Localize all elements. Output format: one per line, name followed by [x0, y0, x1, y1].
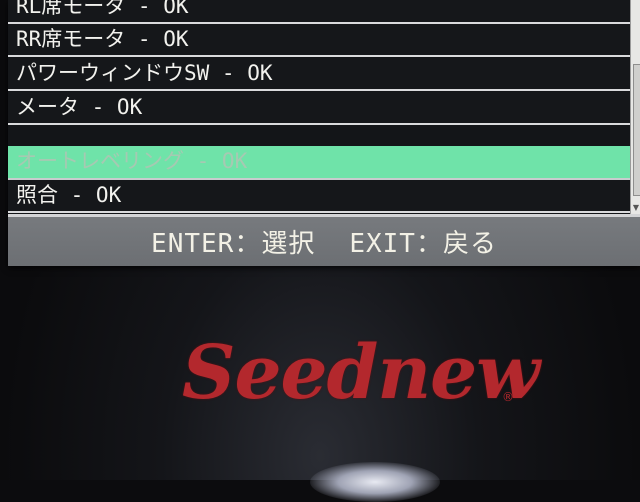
list-item-auto-leveling[interactable]: オートレベリング - OK: [8, 146, 630, 180]
list-item-label: パワーウィンドウSW - OK: [16, 61, 273, 85]
list-item-rl-seat-motor[interactable]: RL席モータ - OK: [8, 0, 630, 24]
list-item-label: RR席モータ - OK: [16, 27, 189, 51]
enter-select-hint: ENTER：選択: [151, 229, 316, 259]
list-item-verification[interactable]: 照合 - OK: [8, 180, 630, 213]
list-item-label: メータ - OK: [16, 95, 143, 119]
scrollbar-thumb[interactable]: [633, 64, 640, 196]
exit-back-hint: EXIT：戻る: [349, 229, 497, 259]
menu-list: RL席モータ - OK RR席モータ - OK パワーウィンドウSW - OK …: [8, 0, 630, 214]
list-item-power-window-sw[interactable]: パワーウィンドウSW - OK: [8, 58, 630, 91]
brand-logo: Seednew: [182, 330, 540, 416]
diagnostic-screen: RL席モータ - OK RR席モータ - OK パワーウィンドウSW - OK …: [8, 0, 640, 266]
scrollbar[interactable]: ▼: [630, 0, 640, 214]
registered-mark: ®: [502, 390, 514, 404]
list-item-label: オートレベリング - OK: [16, 149, 248, 173]
key-hint-bar: ENTER：選択 EXIT：戻る: [8, 214, 640, 266]
list-item-label: RL席モータ - OK: [16, 0, 189, 18]
list-item-meter[interactable]: メータ - OK: [8, 92, 630, 125]
list-item-rr-seat-motor[interactable]: RR席モータ - OK: [8, 24, 630, 57]
list-item-label: 照合 - OK: [16, 183, 122, 207]
light-reflection: [310, 462, 440, 502]
scroll-down-arrow-icon[interactable]: ▼: [632, 204, 640, 212]
